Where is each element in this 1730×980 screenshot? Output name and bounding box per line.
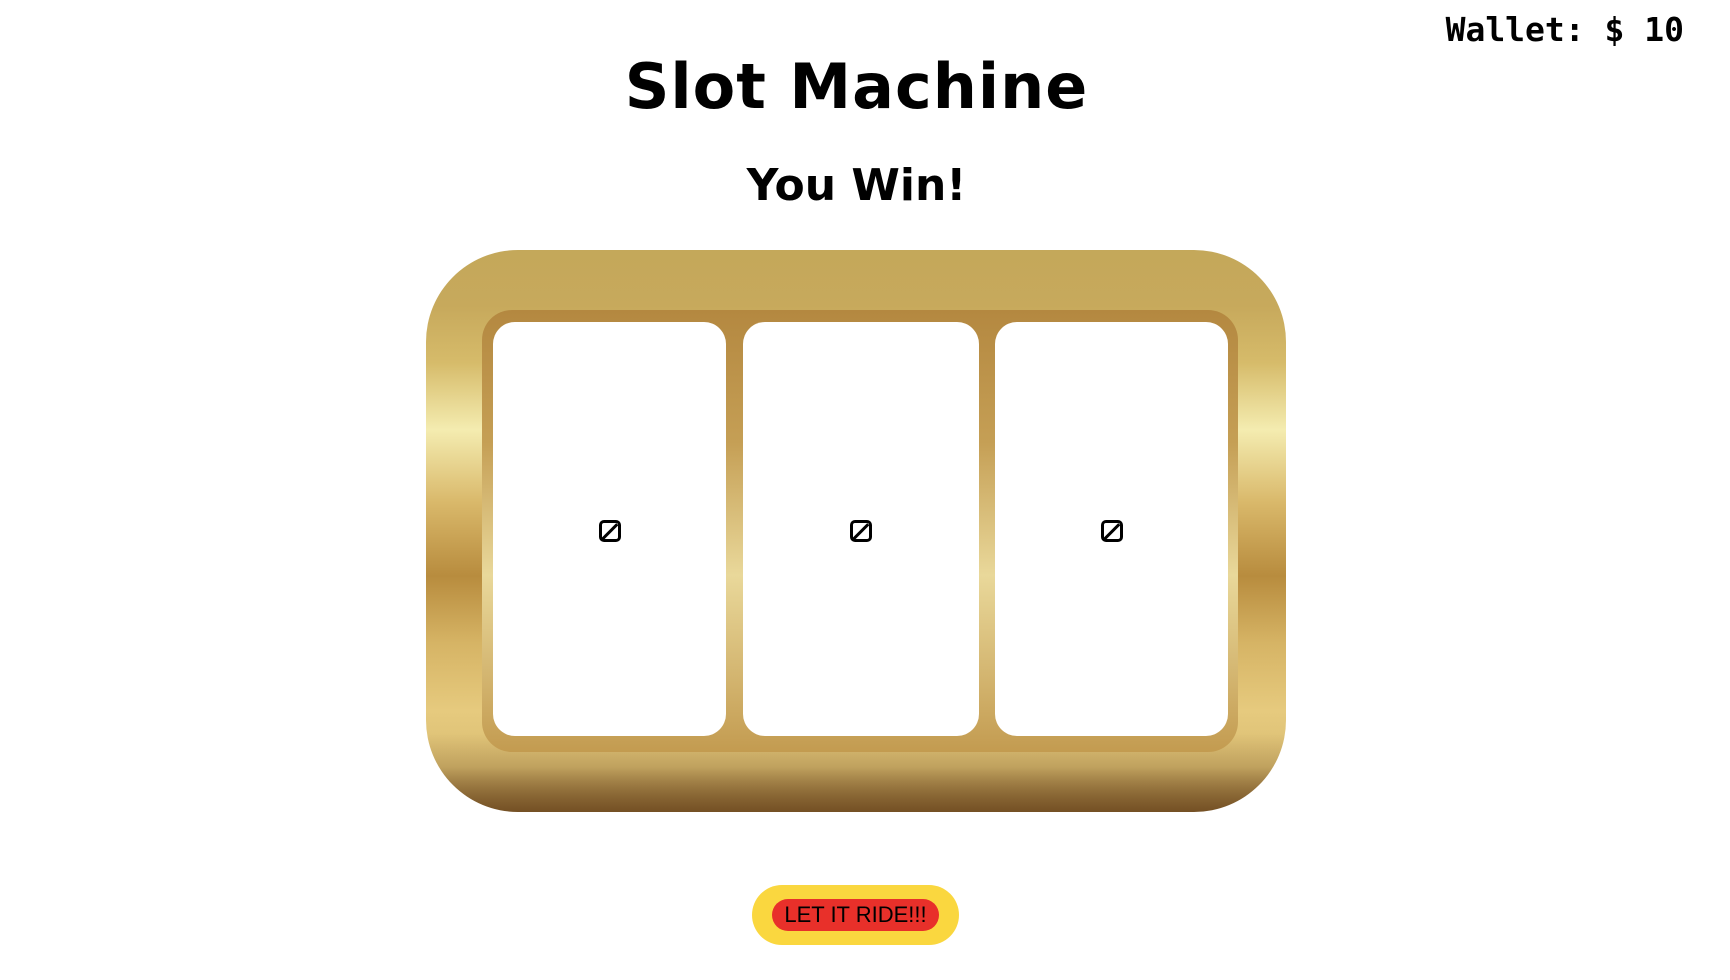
- reel-2: [743, 322, 979, 736]
- reel-3: [995, 322, 1228, 736]
- slot-machine-frame: [426, 250, 1286, 812]
- reel-window: [482, 310, 1238, 752]
- broken-image-icon: [598, 520, 621, 542]
- spin-button[interactable]: LET IT RIDE!!!: [752, 885, 959, 945]
- frame-clip: [1286, 240, 1306, 820]
- broken-image-icon: [1100, 520, 1123, 542]
- broken-image-icon: [850, 520, 872, 542]
- result-message: You Win!: [746, 160, 967, 211]
- wallet-balance: Wallet: $ 10: [1445, 10, 1684, 49]
- page-title: Slot Machine: [624, 50, 1089, 123]
- slot-machine-page: Wallet: $ 10 Slot Machine You Win! LET I…: [0, 0, 1730, 980]
- reel-1: [493, 322, 726, 736]
- spin-button-label: LET IT RIDE!!!: [772, 899, 939, 931]
